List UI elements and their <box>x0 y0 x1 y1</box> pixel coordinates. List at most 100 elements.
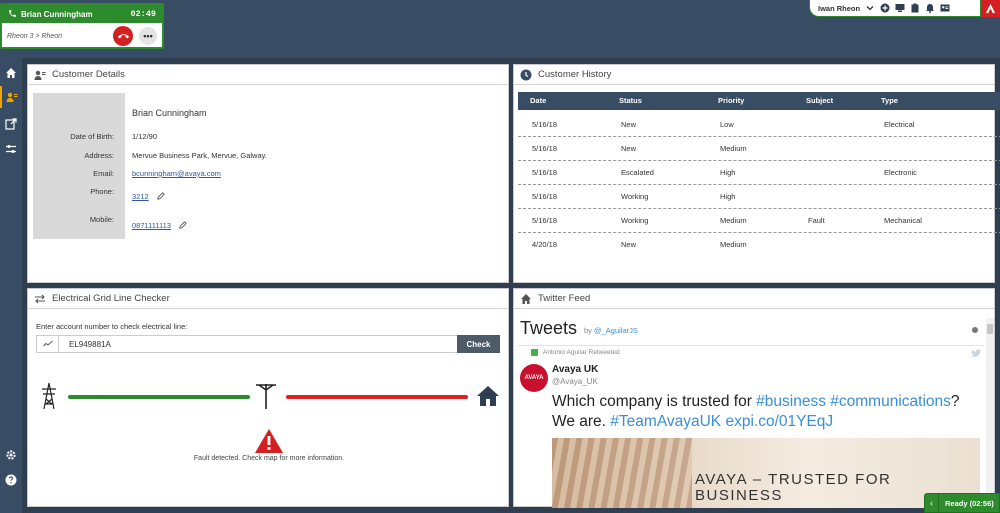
top-bar: Brian Cunningham 02:49 Rheon 3 > Rheon •… <box>0 0 1000 58</box>
hangup-icon <box>117 33 129 38</box>
table-row[interactable]: 4/20/18 New Medium <box>518 233 1000 257</box>
caller-name: Brian Cunningham <box>21 9 93 19</box>
tweet-author-handle[interactable]: @Avaya_UK <box>552 377 598 386</box>
contact-card-icon[interactable] <box>940 3 950 13</box>
call-timer: 02:49 <box>130 9 156 19</box>
image-caption: AVAYA – TRUSTED FOR BUSINESS <box>695 472 891 504</box>
col-subject[interactable]: Subject <box>806 92 833 110</box>
col-status[interactable]: Status <box>619 92 642 110</box>
nav-home[interactable] <box>0 62 22 84</box>
cell-priority: Low <box>720 120 734 129</box>
customer-history-panel: Customer History Date Status Priority Su… <box>513 64 1000 283</box>
chevron-down-icon[interactable] <box>865 3 875 13</box>
panel-title: Customer Details <box>52 69 125 80</box>
edit-mobile-icon[interactable] <box>179 221 187 231</box>
more-options-button[interactable]: ••• <box>139 27 157 45</box>
cell-priority: Medium <box>720 240 747 249</box>
cell-priority: Medium <box>720 144 747 153</box>
tweet-url-link[interactable]: expi.co/01YEqJ <box>725 413 833 430</box>
home-icon <box>520 293 532 305</box>
nav-settings[interactable] <box>0 444 22 466</box>
hangup-button[interactable] <box>113 26 133 46</box>
agent-status-button[interactable]: ‹ Ready (02:56) <box>924 493 1000 513</box>
cell-status: Working <box>621 216 649 225</box>
cell-status: Working <box>621 192 649 201</box>
table-row[interactable]: 5/16/18 Working High <box>518 185 1000 209</box>
panel-title: Twitter Feed <box>538 293 591 304</box>
nav-help[interactable] <box>0 469 22 491</box>
table-row[interactable]: 5/16/18 Escalated High Electronic <box>518 161 1000 185</box>
edit-phone-icon[interactable] <box>157 192 165 202</box>
twitter-feed-panel: Twitter Feed Tweets by @_AguilarJS Anton… <box>513 288 996 508</box>
mobile-label: Mobile: <box>89 215 114 224</box>
table-row[interactable]: 5/16/18 New Medium <box>518 137 1000 161</box>
tweet-author-name[interactable]: Avaya UK <box>552 364 598 375</box>
divider <box>518 345 984 346</box>
by-prefix: by <box>584 326 592 335</box>
col-priority[interactable]: Priority <box>718 92 744 110</box>
address-label: Address: <box>84 151 114 160</box>
scroll-thumb[interactable] <box>987 324 993 334</box>
col-date[interactable]: Date <box>530 92 546 110</box>
table-row[interactable]: 5/16/18 New Low Electrical <box>518 113 1000 137</box>
user-name[interactable]: Iwan Rheon <box>818 4 860 13</box>
hashtag-link[interactable]: #TeamAvayaUK <box>610 413 721 430</box>
grid-checker-panel: Electrical Grid Line Checker Enter accou… <box>27 288 509 507</box>
retweet-label: Antonio Aguilar Retweeted <box>543 349 620 356</box>
image-caption-line: AVAYA – TRUSTED FOR <box>695 471 892 488</box>
cell-date: 5/16/18 <box>532 192 558 201</box>
cell-status: Escalated <box>621 168 654 177</box>
panel-title: Customer History <box>538 69 612 80</box>
twitter-scrollbar[interactable] <box>986 318 994 508</box>
cell-date: 5/16/18 <box>532 216 558 225</box>
clipboard-icon[interactable] <box>910 3 920 13</box>
cell-status: New <box>621 240 637 249</box>
account-number-value[interactable]: EL949881A <box>59 340 111 349</box>
cell-type: Electrical <box>884 120 915 129</box>
avatar[interactable]: AVAYA <box>520 364 548 392</box>
clock-icon <box>520 69 532 81</box>
nav-customer[interactable] <box>0 86 22 108</box>
cell-priority: Medium <box>720 216 747 225</box>
phone-link[interactable]: 3212 <box>132 192 149 201</box>
twitter-widget[interactable]: Tweets by @_AguilarJS Antonio Aguilar Re… <box>518 312 996 508</box>
tweet-text: Which company is trusted for #business #… <box>552 392 982 432</box>
warning-icon <box>255 429 283 453</box>
add-icon[interactable] <box>880 3 890 13</box>
hashtag-link[interactable]: #business <box>756 393 826 410</box>
tweet-text-part: Which company is trusted for <box>552 393 757 410</box>
table-row[interactable]: 5/16/18 Working Medium Fault Mechanical <box>518 209 1000 233</box>
email-link[interactable]: bcunningham@avaya.com <box>132 169 221 178</box>
col-type[interactable]: Type <box>881 92 898 110</box>
retweet-icon <box>531 349 538 356</box>
tweets-heading: Tweets <box>520 318 578 338</box>
active-call-card[interactable]: Brian Cunningham 02:49 Rheon 3 > Rheon •… <box>0 3 164 49</box>
user-toolbar: Iwan Rheon <box>809 0 981 17</box>
utility-pole-icon <box>256 384 276 409</box>
panel-title: Electrical Grid Line Checker <box>52 293 170 304</box>
check-button[interactable]: Check <box>457 335 500 353</box>
email-label: Email: <box>93 169 114 178</box>
monitor-icon[interactable] <box>895 3 905 13</box>
external-link-icon <box>5 118 17 130</box>
hashtag-link[interactable]: #communications <box>830 393 951 410</box>
cell-date: 4/20/18 <box>532 240 558 249</box>
account-prompt: Enter account number to check electrical… <box>36 322 188 331</box>
line-segment-fault <box>286 395 468 399</box>
chevron-left-icon[interactable]: ‹ <box>925 494 939 512</box>
history-table-header: Date Status Priority Subject Type <box>518 92 1000 110</box>
bell-icon[interactable] <box>925 3 935 13</box>
cell-priority: High <box>720 168 736 177</box>
nav-sliders[interactable] <box>0 138 22 160</box>
ready-status: Ready (02:56) <box>945 498 994 508</box>
line-segment-ok <box>68 395 250 399</box>
nav-external[interactable] <box>0 113 22 135</box>
info-icon[interactable] <box>972 327 978 333</box>
by-handle-link[interactable]: @_AguilarJS <box>594 326 638 335</box>
power-pylon-icon <box>42 382 56 410</box>
account-number-input[interactable]: EL949881A <box>36 335 484 353</box>
dob-label: Date of Birth: <box>70 132 114 141</box>
tweet-image[interactable]: AVAYA – TRUSTED FOR BUSINESS <box>552 438 980 508</box>
twitter-bird-icon[interactable] <box>971 349 981 357</box>
mobile-link[interactable]: 0871111113 <box>132 221 171 230</box>
